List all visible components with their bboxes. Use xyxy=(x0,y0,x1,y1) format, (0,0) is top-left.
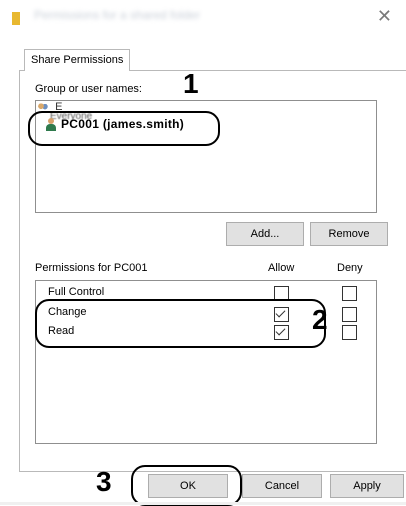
callout-number-1: 1 xyxy=(183,68,199,99)
callout-number-2: 2 xyxy=(312,304,328,335)
add-button[interactable]: Add... xyxy=(226,222,304,246)
permission-full-control-label: Full Control xyxy=(48,286,105,298)
callout-highlight-3 xyxy=(131,465,242,506)
user-label: PC001 (james.smith) xyxy=(61,117,185,131)
change-deny-checkbox[interactable] xyxy=(342,307,357,322)
callout-number-3: 3 xyxy=(96,466,112,497)
cancel-button[interactable]: Cancel xyxy=(242,474,322,498)
read-deny-checkbox[interactable] xyxy=(342,325,357,340)
permissions-label: Permissions for PC001 xyxy=(35,262,148,274)
window-title: Permissions for a shared folder xyxy=(34,8,201,22)
list-item-selected-user[interactable]: PC001 (james.smith) xyxy=(46,117,185,132)
tab-share-permissions[interactable]: Share Permissions xyxy=(24,49,131,71)
allow-column-header: Allow xyxy=(268,262,295,274)
full-control-deny-checkbox[interactable] xyxy=(342,286,357,301)
apply-button[interactable]: Apply xyxy=(330,474,404,498)
remove-button[interactable]: Remove xyxy=(310,222,388,246)
title-bar: Permissions for a shared folder ✕ xyxy=(0,0,406,32)
deny-column-header: Deny xyxy=(337,262,363,274)
folder-icon xyxy=(12,12,20,25)
permissions-dialog: Permissions for a shared folder ✕ Share … xyxy=(0,0,406,506)
close-icon[interactable]: ✕ xyxy=(377,6,392,26)
user-icon xyxy=(46,118,56,132)
callout-highlight-2 xyxy=(35,299,326,348)
group-names-label: Group or user names: xyxy=(35,83,142,95)
